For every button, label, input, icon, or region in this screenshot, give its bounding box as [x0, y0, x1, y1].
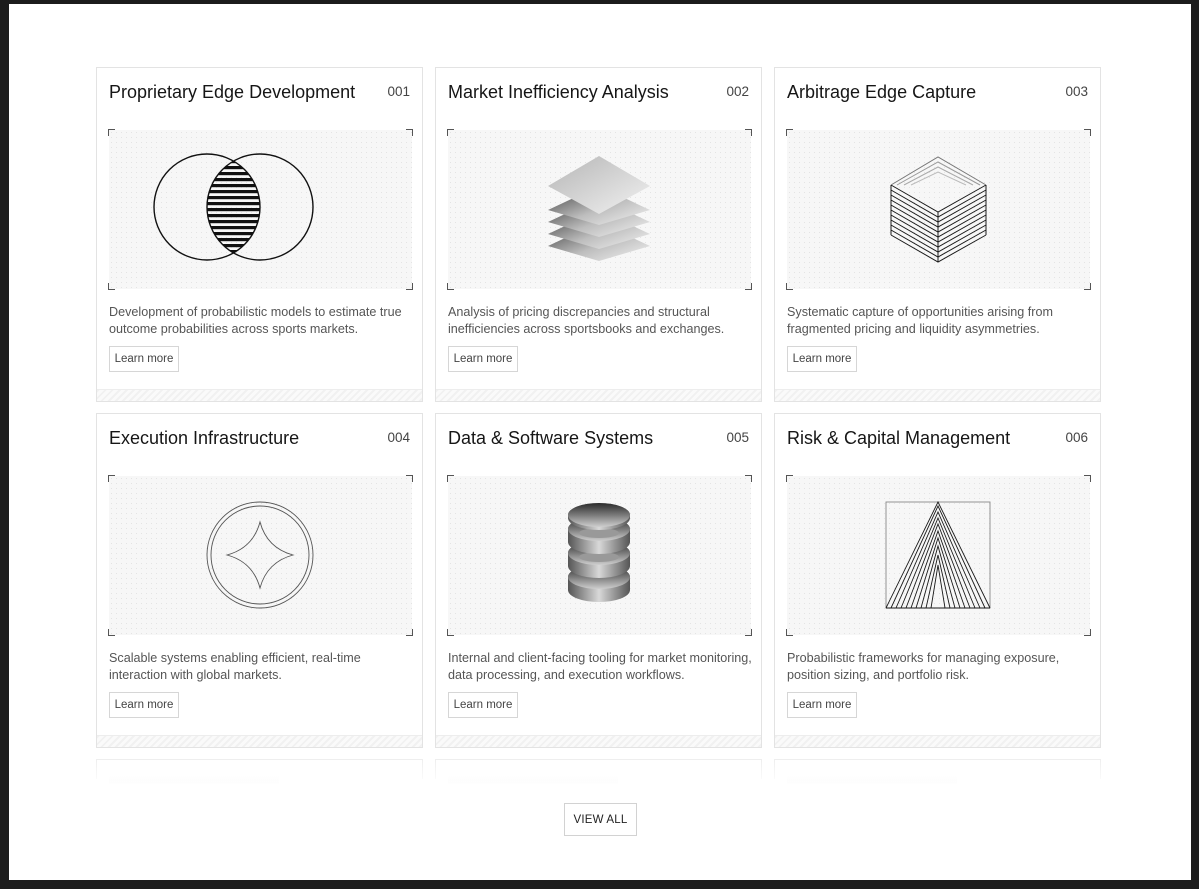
learn-more-button[interactable]: Learn more — [109, 346, 179, 372]
card-title: Proprietary Edge Development — [109, 82, 356, 102]
card-footer-hatch — [775, 735, 1100, 747]
card-title: Arbitrage Edge Capture — [787, 82, 977, 102]
services-section: Proprietary Edge Development 001 Develop… — [9, 4, 1191, 880]
card-description: Internal and client-facing tooling for m… — [448, 651, 752, 682]
ring-stack-icon — [568, 503, 630, 602]
learn-more-button[interactable]: Learn more — [787, 692, 857, 718]
grid-fade-overlay — [9, 759, 1191, 799]
card-number: 004 — [387, 430, 410, 445]
wireframe-cube-icon — [890, 156, 987, 263]
learn-more-button[interactable]: Learn more — [787, 346, 857, 372]
card-number: 006 — [1065, 430, 1088, 445]
service-card: Execution Infrastructure 004 Scalable sy… — [96, 413, 423, 748]
card-illustration — [447, 129, 752, 290]
card-illustration — [786, 475, 1091, 636]
card-footer-hatch — [775, 389, 1100, 401]
card-title: Execution Infrastructure — [109, 428, 300, 448]
card-description: Analysis of pricing discrepancies and st… — [448, 305, 725, 336]
card-illustration — [786, 129, 1091, 290]
view-all-button[interactable]: VIEW ALL — [564, 803, 637, 836]
learn-more-button[interactable]: Learn more — [109, 692, 179, 718]
card-illustration — [447, 475, 752, 636]
card-number: 005 — [726, 430, 749, 445]
card-title: Data & Software Systems — [448, 428, 654, 448]
learn-more-button[interactable]: Learn more — [448, 692, 518, 718]
card-illustration — [108, 475, 413, 636]
card-number: 002 — [726, 84, 749, 99]
card-footer-hatch — [97, 389, 422, 401]
card-description: Scalable systems enabling efficient, rea… — [109, 651, 361, 682]
service-card: Data & Software Systems 005 Internal and… — [435, 413, 762, 748]
card-footer-hatch — [436, 735, 761, 747]
card-footer-hatch — [436, 389, 761, 401]
nested-triangles-icon — [885, 500, 991, 609]
star-in-circle-icon — [206, 501, 314, 609]
card-illustration — [108, 129, 413, 290]
card-number: 003 — [1065, 84, 1088, 99]
card-description: Development of probabilistic models to e… — [109, 305, 402, 336]
card-description: Probabilistic frameworks for managing ex… — [787, 651, 1060, 682]
service-card: Risk & Capital Management 006 Probabilis… — [774, 413, 1101, 748]
service-card: Market Inefficiency Analysis 002 Analysi… — [435, 67, 762, 402]
card-number: 001 — [387, 84, 410, 99]
service-card: Arbitrage Edge Capture 003 Systematic ca… — [774, 67, 1101, 402]
card-description: Systematic capture of opportunities aris… — [787, 305, 1053, 336]
service-card: Proprietary Edge Development 001 Develop… — [96, 67, 423, 402]
learn-more-button[interactable]: Learn more — [448, 346, 518, 372]
card-title: Risk & Capital Management — [787, 428, 1011, 448]
card-footer-hatch — [97, 735, 422, 747]
venn-intersection-icon — [153, 153, 314, 261]
stacked-layers-icon — [548, 156, 650, 261]
card-title: Market Inefficiency Analysis — [448, 82, 669, 102]
